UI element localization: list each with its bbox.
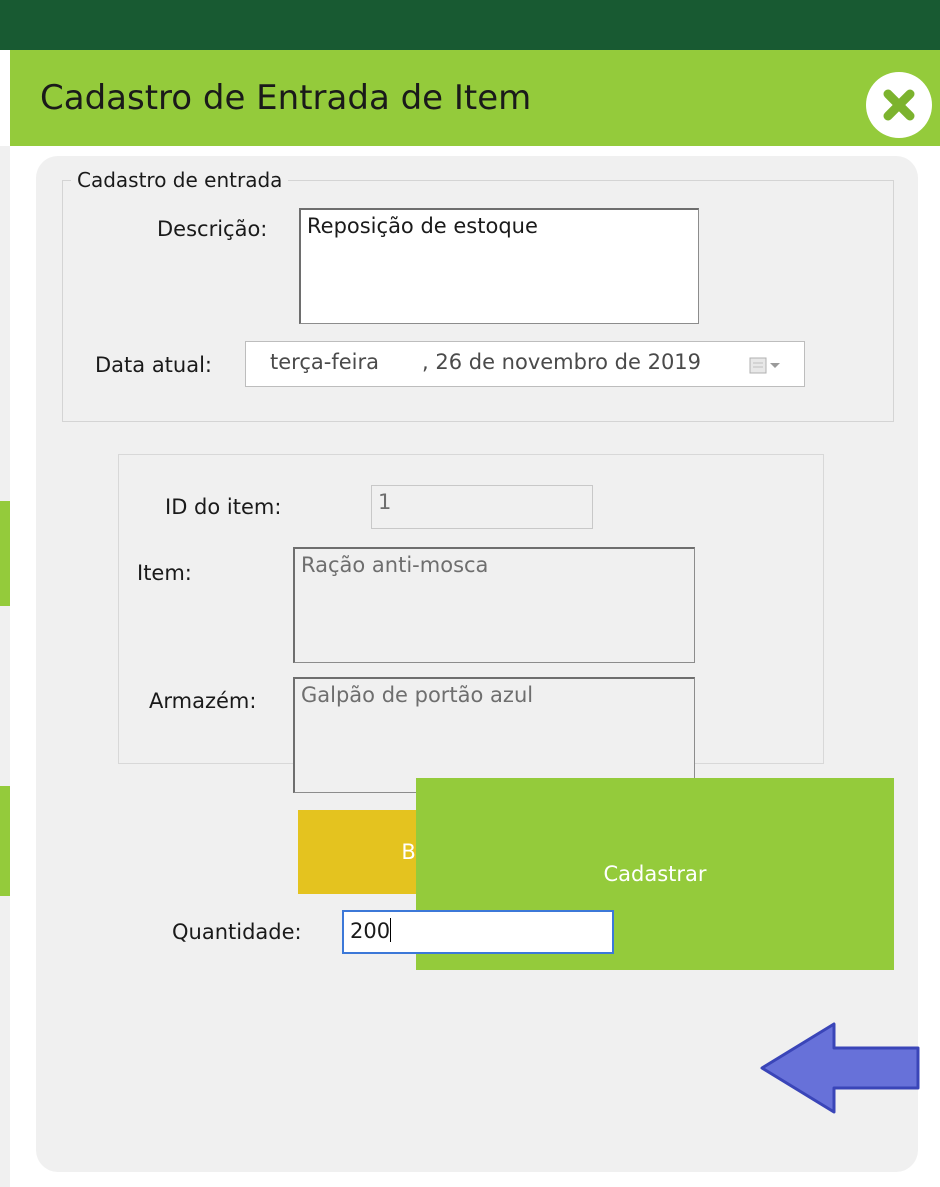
quantidade-value: 200 <box>350 919 391 943</box>
id-field[interactable]: 1 <box>371 485 593 529</box>
background-accent <box>0 501 10 606</box>
quantidade-field[interactable]: 200 <box>342 910 614 954</box>
background-strip <box>0 146 10 1187</box>
data-label: Data atual: <box>95 353 213 377</box>
date-text: , 26 de novembro de 2019 <box>422 350 702 374</box>
date-weekday: terça-feira <box>270 350 379 374</box>
id-label: ID do item: <box>165 495 282 519</box>
armazem-label: Armazém: <box>149 689 257 713</box>
close-icon <box>883 89 915 121</box>
armazem-field[interactable]: Galpão de portão azul <box>293 677 695 793</box>
descricao-field[interactable]: Reposição de estoque <box>299 208 699 324</box>
arrow-left-icon <box>760 1022 920 1114</box>
background-accent <box>0 786 10 896</box>
item-group: ID do item: 1 Item: Ração anti-mosca Arm… <box>118 454 824 793</box>
entrada-group: Cadastro de entrada Descrição: Reposição… <box>62 168 894 422</box>
window-title: Cadastro de Entrada de Item <box>40 78 532 118</box>
date-picker[interactable]: terça-feira , 26 de novembro de 2019 <box>245 341 805 387</box>
top-window-bar <box>0 0 940 50</box>
quantidade-label: Quantidade: <box>172 920 302 944</box>
text-cursor <box>390 918 392 942</box>
close-button[interactable] <box>866 72 932 138</box>
calendar-dropdown-icon[interactable] <box>748 356 788 376</box>
group-legend: Cadastro de entrada <box>71 168 289 192</box>
item-field[interactable]: Ração anti-mosca <box>293 547 695 663</box>
title-bar: Cadastro de Entrada de Item <box>10 50 940 146</box>
item-label: Item: <box>137 561 192 585</box>
form-panel: Cadastro de entrada Descrição: Reposição… <box>36 156 920 1172</box>
descricao-label: Descrição: <box>157 217 268 241</box>
